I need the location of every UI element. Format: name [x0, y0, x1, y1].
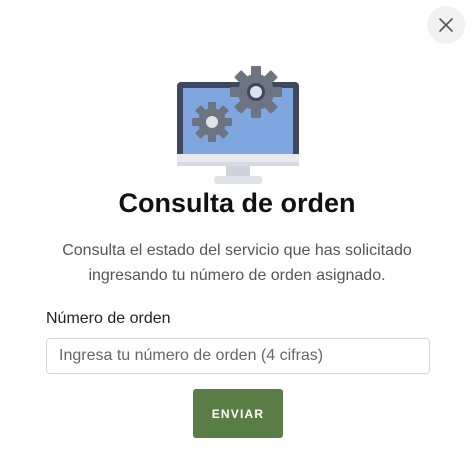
monitor-gears-icon — [177, 66, 299, 184]
order-number-label: Número de orden — [46, 310, 171, 327]
dialog-description: Consulta el estado del servicio que has … — [62, 242, 412, 284]
order-query-dialog: Consulta de orden Consulta el estado del… — [0, 0, 474, 458]
order-number-input[interactable] — [46, 338, 430, 374]
close-icon — [439, 18, 453, 32]
close-button[interactable] — [427, 6, 465, 44]
submit-button[interactable]: ENVIAR — [193, 389, 283, 438]
dialog-title: Consulta de orden — [118, 188, 356, 218]
